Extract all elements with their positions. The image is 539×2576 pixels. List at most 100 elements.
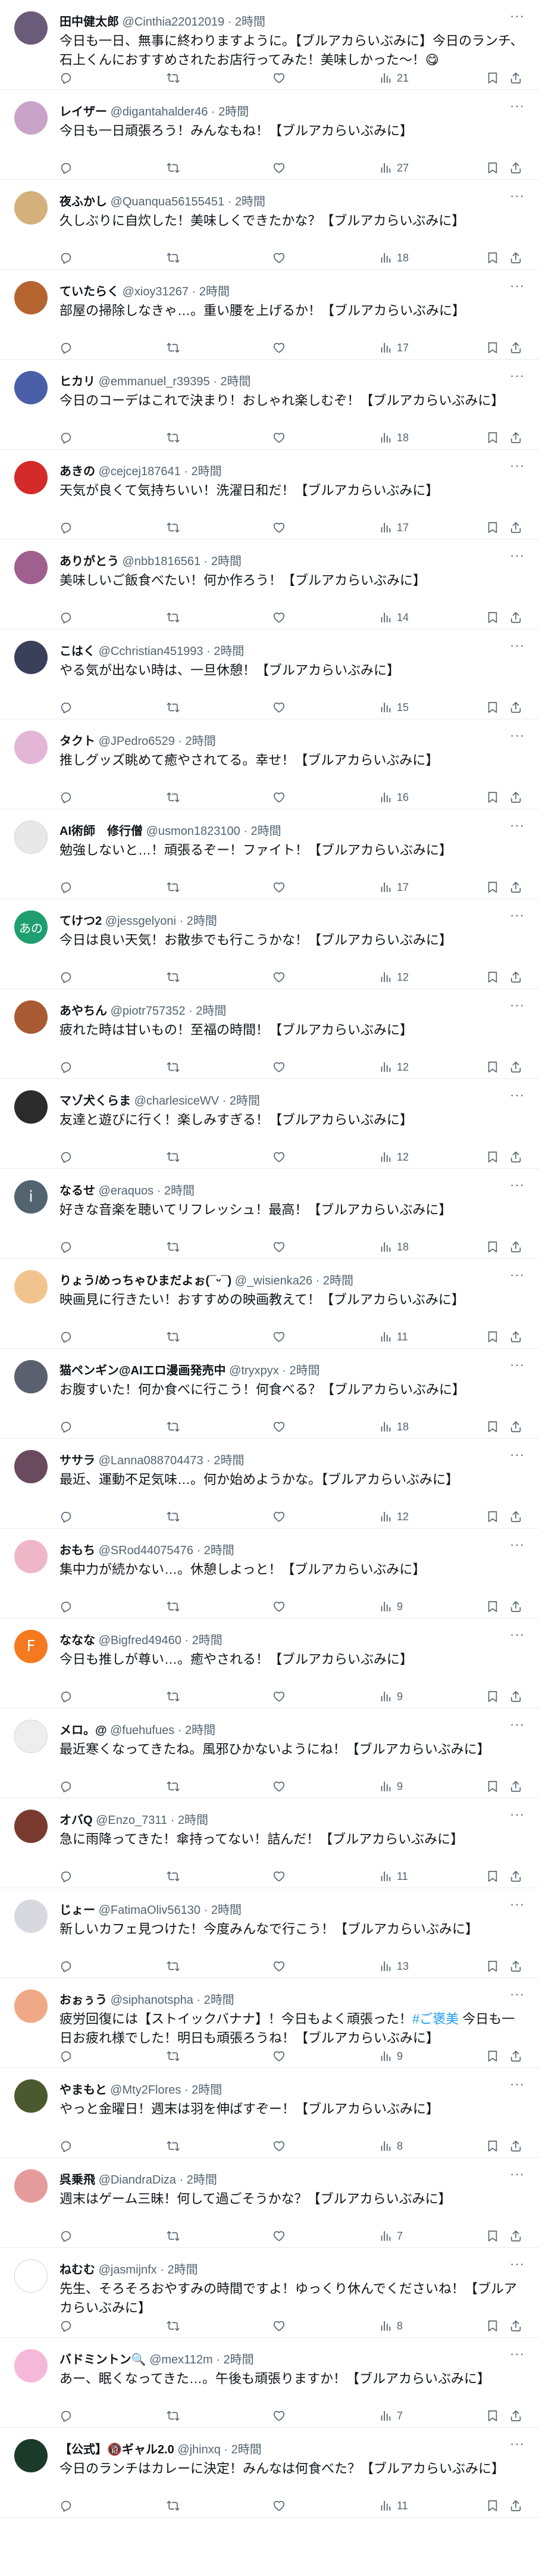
avatar[interactable] xyxy=(14,551,48,584)
bookmark-icon[interactable] xyxy=(487,1329,499,1345)
user-handle[interactable]: @emmanuel_r39395 xyxy=(99,375,210,388)
retweet-icon[interactable] xyxy=(166,1689,180,1704)
bookmark-icon[interactable] xyxy=(487,2498,499,2513)
views-button[interactable]: 11 xyxy=(379,2498,408,2513)
user-handle[interactable]: @fuehufues xyxy=(110,1724,174,1737)
share-icon[interactable] xyxy=(509,1239,522,1255)
like-icon[interactable] xyxy=(272,1239,286,1255)
views-button[interactable]: 21 xyxy=(379,70,409,86)
bookmark-icon[interactable] xyxy=(487,250,499,266)
share-icon[interactable] xyxy=(509,250,522,266)
like-icon[interactable] xyxy=(272,430,286,445)
more-options-icon[interactable]: ··· xyxy=(510,818,525,833)
like-icon[interactable] xyxy=(272,1869,286,1884)
like-icon[interactable] xyxy=(272,2228,286,2244)
share-icon[interactable] xyxy=(509,2408,522,2424)
user-handle[interactable]: @Bigfred49460 xyxy=(99,1634,181,1647)
tweet-post[interactable]: 【公式】🔞ギャル2.0 @jhinxq · 2時間 ··· 今日のランチはカレーに決… xyxy=(0,2428,539,2518)
retweet-icon[interactable] xyxy=(166,880,180,895)
timestamp[interactable]: 2時間 xyxy=(230,1094,260,1108)
bookmark-icon[interactable] xyxy=(487,700,499,715)
avatar[interactable]: F xyxy=(14,1630,48,1663)
bookmark-icon[interactable] xyxy=(487,2138,499,2154)
display-name[interactable]: あやちん xyxy=(59,1005,107,1018)
share-icon[interactable] xyxy=(509,1329,522,1345)
bookmark-icon[interactable] xyxy=(487,2408,499,2424)
reply-icon[interactable] xyxy=(59,1239,73,1255)
retweet-icon[interactable] xyxy=(166,70,180,86)
like-icon[interactable] xyxy=(272,160,286,176)
tweet-post[interactable]: ササラ @Lanna088704473 · 2時間 ··· 最近、運動不足気味…。何… xyxy=(0,1439,539,1529)
views-button[interactable]: 27 xyxy=(379,160,409,176)
tweet-post[interactable]: AI術師 修行僧 @usmon1823100 · 2時間 ··· 勉強しないと…！頑… xyxy=(0,809,539,899)
timestamp[interactable]: 2時間 xyxy=(199,285,230,298)
display-name[interactable]: 夜ふかし xyxy=(59,195,107,208)
display-name[interactable]: なるせ xyxy=(59,1184,95,1197)
bookmark-icon[interactable] xyxy=(487,610,499,625)
more-options-icon[interactable]: ··· xyxy=(510,548,525,563)
tweet-post[interactable]: メロ。@ @fuehufues · 2時間 ··· 最近寒くなってきたね。風邪ひかな… xyxy=(0,1708,539,1798)
views-button[interactable]: 11 xyxy=(379,1329,408,1345)
timestamp[interactable]: 2時間 xyxy=(187,2173,217,2187)
reply-icon[interactable] xyxy=(59,880,73,895)
views-button[interactable]: 16 xyxy=(379,790,409,805)
avatar[interactable] xyxy=(14,191,48,224)
more-options-icon[interactable]: ··· xyxy=(510,728,525,743)
user-handle[interactable]: @Quanqua56155451 xyxy=(111,195,225,208)
retweet-icon[interactable] xyxy=(166,1239,180,1255)
bookmark-icon[interactable] xyxy=(487,790,499,805)
timestamp[interactable]: 2時間 xyxy=(178,1814,208,1827)
like-icon[interactable] xyxy=(272,1779,286,1794)
tweet-post[interactable]: ねむむ @jasmijnfx · 2時間 ··· 先生、そろそろおやすみの時間ですよ… xyxy=(0,2248,539,2338)
reply-icon[interactable] xyxy=(59,2228,73,2244)
display-name[interactable]: 呉乗飛 xyxy=(59,2173,95,2187)
more-options-icon[interactable]: ··· xyxy=(510,2076,525,2092)
more-options-icon[interactable]: ··· xyxy=(510,1087,525,1103)
reply-icon[interactable] xyxy=(59,1599,73,1614)
views-button[interactable]: 17 xyxy=(379,520,409,535)
display-name[interactable]: タクト xyxy=(59,735,95,748)
bookmark-icon[interactable] xyxy=(487,1779,499,1794)
bookmark-icon[interactable] xyxy=(487,1149,499,1165)
views-button[interactable]: 18 xyxy=(379,250,409,266)
user-handle[interactable]: @digantahalder46 xyxy=(111,105,208,118)
avatar[interactable] xyxy=(14,731,48,764)
user-handle[interactable]: @FatimaOliv56130 xyxy=(99,1904,200,1917)
reply-icon[interactable] xyxy=(59,1958,73,1974)
like-icon[interactable] xyxy=(272,1149,286,1165)
retweet-icon[interactable] xyxy=(166,1149,180,1165)
user-handle[interactable]: @tryxpyx xyxy=(229,1364,279,1377)
like-icon[interactable] xyxy=(272,969,286,985)
avatar[interactable] xyxy=(14,1000,48,1034)
like-icon[interactable] xyxy=(272,340,286,355)
bookmark-icon[interactable] xyxy=(487,1059,499,1075)
share-icon[interactable] xyxy=(509,1059,522,1075)
user-handle[interactable]: @eraquos xyxy=(99,1184,154,1197)
reply-icon[interactable] xyxy=(59,1149,73,1165)
bookmark-icon[interactable] xyxy=(487,880,499,895)
timestamp[interactable]: 2時間 xyxy=(192,465,222,478)
bookmark-icon[interactable] xyxy=(487,2228,499,2244)
timestamp[interactable]: 2時間 xyxy=(186,735,216,748)
retweet-icon[interactable] xyxy=(166,520,180,535)
reply-icon[interactable] xyxy=(59,430,73,445)
user-handle[interactable]: @piotr757352 xyxy=(111,1005,186,1018)
display-name[interactable]: てけつ2 xyxy=(59,915,102,928)
display-name[interactable]: オバQ xyxy=(59,1814,93,1827)
avatar[interactable] xyxy=(14,1720,48,1753)
retweet-icon[interactable] xyxy=(166,430,180,445)
reply-icon[interactable] xyxy=(59,1869,73,1884)
user-handle[interactable]: @SRod44075476 xyxy=(99,1544,193,1557)
retweet-icon[interactable] xyxy=(166,2048,180,2064)
tweet-post[interactable]: 夜ふかし @Quanqua56155451 · 2時間 ··· 久しぶりに自炊した！… xyxy=(0,180,539,270)
display-name[interactable]: あきの xyxy=(59,465,95,478)
views-button[interactable]: 14 xyxy=(379,610,409,625)
tweet-post[interactable]: じょー @FatimaOliv56130 · 2時間 ··· 新しいカフェ見つけた！… xyxy=(0,1888,539,1978)
share-icon[interactable] xyxy=(509,790,522,805)
user-handle[interactable]: @Cchristian451993 xyxy=(99,645,203,658)
display-name[interactable]: レイザー xyxy=(59,105,107,118)
share-icon[interactable] xyxy=(509,2318,522,2334)
like-icon[interactable] xyxy=(272,700,286,715)
tweet-post[interactable]: おぉぅう @siphanotspha · 2時間 ··· 疲労回復には【ストイックバ… xyxy=(0,1978,539,2068)
user-handle[interactable]: @Enzo_7311 xyxy=(96,1814,167,1827)
